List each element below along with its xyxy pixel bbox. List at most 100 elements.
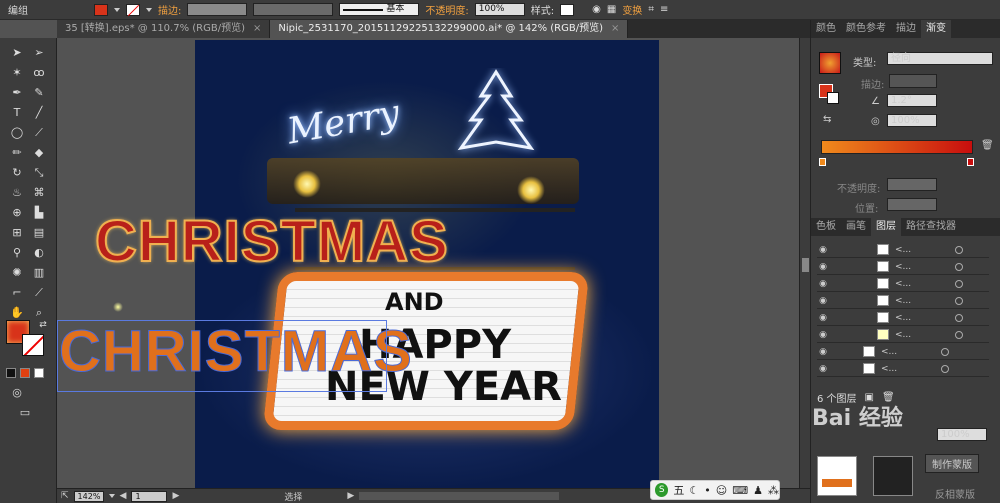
layer-name[interactable]: <... (895, 279, 935, 289)
paintbrush-icon[interactable]: ⟋ (32, 126, 46, 140)
layer-row[interactable]: ◉ <... (817, 327, 989, 343)
eye-icon[interactable]: ◉ (817, 313, 829, 323)
mask-thumbnail[interactable] (873, 456, 913, 496)
zoom-field[interactable]: 142% (73, 490, 104, 502)
align-icon[interactable]: ▦ (607, 4, 616, 15)
gradient-icon[interactable]: ▤ (32, 226, 46, 240)
layer-row[interactable]: ◉ <... (817, 259, 989, 275)
canvas[interactable]: Merry AND HAPPY NEW YEAR CHRISTMAS CHRIS… (57, 38, 799, 488)
shape-builder-icon[interactable]: ⊕ (10, 206, 24, 220)
pen-icon[interactable]: ✒ (10, 86, 24, 100)
close-icon[interactable]: × (253, 23, 261, 34)
artboard-number-field[interactable]: 1 (131, 490, 168, 502)
rotate-icon[interactable]: ↻ (10, 166, 24, 180)
vertical-scrollbar[interactable] (799, 38, 810, 488)
gradient-stop-left[interactable] (819, 158, 826, 166)
chevron-down-icon[interactable] (114, 7, 120, 12)
invert-mask-checkbox[interactable]: 反相蒙版 (935, 486, 975, 501)
tab-gradient[interactable]: 渐变 (921, 20, 951, 38)
target-icon[interactable] (941, 347, 949, 356)
stroke-mini[interactable] (827, 92, 839, 104)
recolor-icon[interactable]: ◉ (592, 4, 601, 15)
opacity-field[interactable] (887, 178, 937, 191)
target-icon[interactable] (955, 279, 963, 288)
stroke-gradient-buttons[interactable] (889, 74, 937, 88)
selection-bounding-box[interactable] (57, 320, 387, 392)
ellipse-icon[interactable]: ◯ (10, 126, 24, 140)
eye-icon[interactable]: ◉ (817, 279, 829, 289)
opacity-field[interactable]: 100% (474, 3, 525, 16)
transform-link[interactable]: 变换 (622, 2, 642, 17)
tab-layers[interactable]: 图层 (871, 218, 901, 236)
christmas-marquee-text[interactable]: CHRISTMAS (94, 208, 449, 275)
scale-icon[interactable]: ⤡ (32, 166, 46, 180)
keyboard-icon[interactable]: ⌨ (732, 484, 748, 497)
perspective-icon[interactable]: ▙ (32, 206, 46, 220)
selection-icon[interactable]: ➤ (10, 46, 24, 60)
eraser-icon[interactable]: ◆ (32, 146, 46, 160)
magic-wand-icon[interactable]: ✶ (10, 66, 24, 80)
tab-document-2[interactable]: Nipic_2531170_20151129225132299000.ai* @… (270, 20, 629, 38)
status-arrow-icon[interactable]: ▶ (347, 491, 354, 501)
delete-stop-icon[interactable]: 🗑 (981, 140, 994, 151)
target-icon[interactable] (955, 262, 963, 271)
tab-color[interactable]: 颜色 (811, 20, 841, 38)
lasso-icon[interactable]: ꝏ (32, 66, 46, 80)
variable-width-field[interactable] (253, 3, 334, 16)
tab-color-guide[interactable]: 颜色参考 (841, 20, 891, 38)
isolate-icon[interactable]: ⌗ (648, 4, 654, 15)
none-mode-icon[interactable] (34, 368, 44, 378)
aspect-ratio-field[interactable]: 100% (887, 114, 937, 127)
zoom-icon[interactable]: ⇱ (61, 491, 69, 501)
stroke-label[interactable]: 描边: (158, 2, 181, 17)
tab-swatches[interactable]: 色板 (811, 218, 841, 236)
eyedropper-icon[interactable]: ⚲ (10, 246, 24, 260)
gradient-slider[interactable] (821, 140, 973, 154)
gradient-mode-icon[interactable] (20, 368, 30, 378)
smile-icon[interactable]: ☺ (716, 484, 727, 497)
opacity-label[interactable]: 不透明度: (425, 2, 468, 17)
layer-row[interactable]: ◉ <... (817, 293, 989, 309)
ime-logo-icon[interactable]: S (655, 483, 669, 497)
draw-mode-icon[interactable]: ◎ (10, 386, 24, 400)
eye-icon[interactable]: ◉ (817, 330, 829, 340)
layer-name[interactable]: <... (895, 245, 935, 255)
gradient-preview-swatch[interactable] (819, 52, 841, 74)
direct-select-icon[interactable]: ➢ (32, 46, 46, 60)
position-field[interactable] (887, 198, 937, 211)
eye-icon[interactable]: ◉ (817, 245, 829, 255)
layer-name[interactable]: <... (895, 330, 935, 340)
mesh-icon[interactable]: ⊞ (10, 226, 24, 240)
brush-definition-field[interactable]: 基本 (339, 3, 420, 16)
layer-row[interactable]: ◉ <... (817, 276, 989, 292)
screen-mode-icon[interactable]: ▭ (18, 406, 32, 420)
layer-row[interactable]: ◉ <... (817, 310, 989, 326)
graphic-style-swatch[interactable] (560, 3, 575, 16)
layer-row[interactable]: ◉ <... (817, 361, 989, 377)
chevron-down-icon[interactable] (108, 494, 115, 498)
pencil-icon[interactable]: ✏ (10, 146, 24, 160)
tab-stroke[interactable]: 描边 (891, 20, 921, 38)
symbol-sprayer-icon[interactable]: ✺ (10, 266, 24, 280)
layer-name[interactable]: <... (881, 364, 921, 374)
layer-name[interactable]: <... (895, 262, 935, 272)
tab-brushes[interactable]: 画笔 (841, 218, 871, 236)
target-icon[interactable] (955, 330, 963, 339)
reverse-gradient-icon[interactable]: ⇆ (823, 114, 831, 125)
dot-icon[interactable]: • (704, 484, 711, 497)
panel-menu-icon[interactable]: ≡ (660, 4, 668, 15)
close-icon[interactable]: × (611, 23, 619, 34)
eye-icon[interactable]: ◉ (817, 262, 829, 272)
eye-icon[interactable]: ◉ (817, 364, 829, 374)
fill-swatch[interactable] (94, 3, 108, 16)
type-icon[interactable]: T (10, 106, 24, 120)
layer-row[interactable]: ◉ <... (817, 344, 989, 360)
h-scrollbar[interactable] (359, 492, 560, 500)
target-icon[interactable] (955, 245, 963, 254)
eye-icon[interactable]: ◉ (817, 296, 829, 306)
next-artboard-icon[interactable]: ▶ (172, 491, 179, 501)
angle-field[interactable]: 1.2° (887, 94, 937, 107)
slice-icon[interactable]: ⟋ (32, 286, 46, 300)
eye-icon[interactable]: ◉ (817, 347, 829, 357)
swap-icon[interactable]: ⇄ (36, 318, 50, 332)
